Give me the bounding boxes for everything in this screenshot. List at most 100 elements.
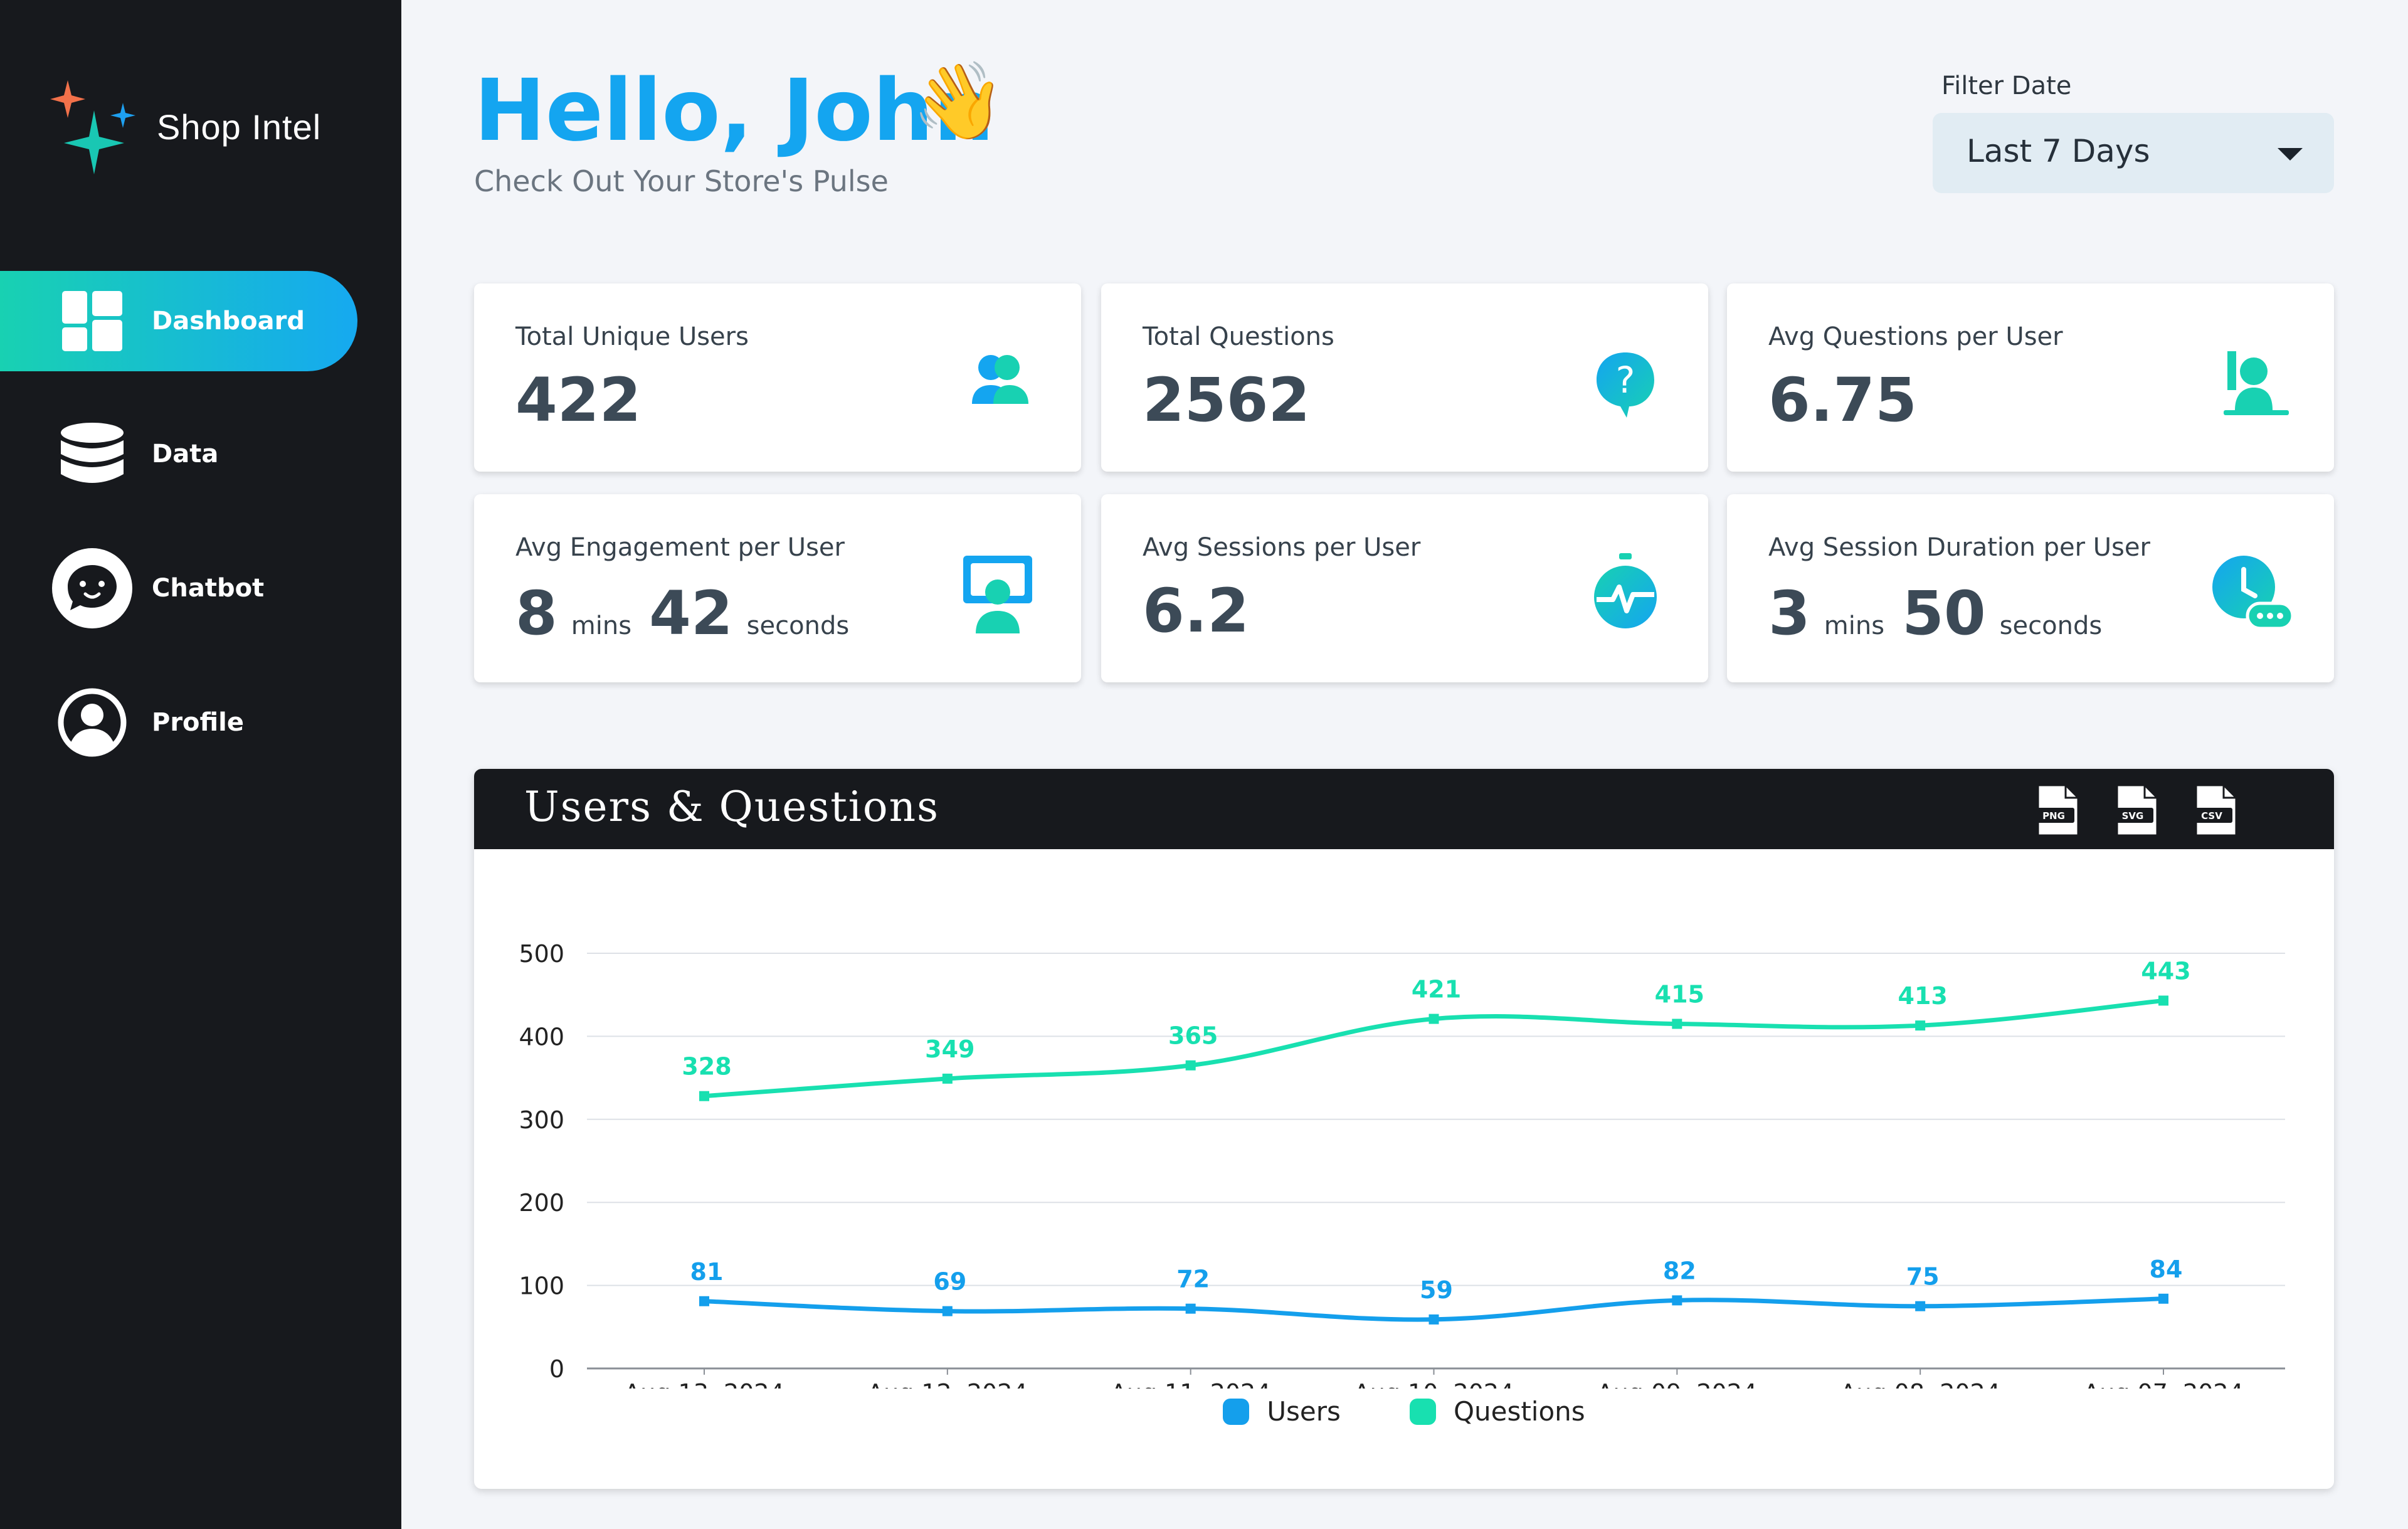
x-tick-label: Aug 11, 2024: [1111, 1379, 1271, 1389]
legend-label: Questions: [1453, 1396, 1585, 1427]
data-point: [1185, 1303, 1196, 1314]
legend-label: Users: [1267, 1396, 1341, 1427]
kpi-seconds-label: seconds: [1999, 611, 2103, 640]
export-csv-button[interactable]: CSV: [2189, 783, 2242, 839]
data-point: [1672, 1295, 1682, 1306]
data-label: 75: [1906, 1263, 1940, 1291]
data-label: 421: [1412, 976, 1461, 1003]
y-tick-label: 500: [519, 940, 564, 968]
sidebar-item-profile[interactable]: Profile: [0, 672, 357, 773]
data-label: 443: [2141, 957, 2190, 985]
data-point: [942, 1073, 953, 1084]
data-label: 82: [1663, 1257, 1696, 1284]
kpi-value: 2562: [1143, 365, 1311, 435]
kpi-card-avg-duration: Avg Session Duration per User 3 mins 50 …: [1727, 494, 2334, 682]
kpi-duration-value: 8 mins 42 seconds: [515, 578, 867, 648]
y-tick-label: 200: [519, 1189, 564, 1217]
chatbot-icon: [51, 548, 133, 629]
kpi-card-avg-questions: Avg Questions per User 6.75: [1727, 283, 2334, 472]
svg-text:?: ?: [1616, 359, 1635, 401]
kpi-minutes: 3: [1768, 578, 1810, 648]
kpi-duration-value: 3 mins 50 seconds: [1768, 578, 2120, 648]
sparkle-logo-icon: [50, 80, 135, 174]
users-icon: [954, 340, 1042, 428]
data-label: 69: [933, 1268, 966, 1296]
filter-date-label: Filter Date: [1941, 71, 2072, 100]
presenter-icon: [954, 551, 1042, 638]
x-tick-label: Aug 07, 2024: [2083, 1379, 2244, 1389]
data-label: 59: [1420, 1276, 1453, 1304]
users-questions-line-chart: 0 100 200 300 400 500 Aug 13, 2024 Aug 12, 2024…: [519, 940, 2285, 1389]
export-svg-button[interactable]: SVG: [2110, 783, 2163, 839]
chart-header: Users & Questions PNG SVG CSV: [474, 769, 2334, 849]
y-tick-label: 100: [519, 1272, 564, 1300]
kpi-seconds-label: seconds: [746, 611, 850, 640]
sidebar-item-label: Chatbot: [152, 574, 265, 603]
kpi-card-avg-sessions: Avg Sessions per User 6.2: [1101, 494, 1708, 682]
data-label: 328: [682, 1053, 731, 1081]
y-tick-label: 400: [519, 1023, 564, 1050]
data-label: 81: [690, 1258, 724, 1286]
page-subtitle: Check Out Your Store's Pulse: [474, 164, 889, 198]
data-label: 84: [2150, 1256, 2183, 1283]
kpi-minutes: 8: [515, 578, 557, 648]
kpi-minutes-label: mins: [571, 611, 632, 640]
users-questions-chart-panel: Users & Questions PNG SVG CSV 0 100 200 …: [474, 769, 2334, 1489]
database-icon: [51, 413, 133, 495]
question-icon: ?: [1582, 340, 1669, 428]
y-tick-label: 300: [519, 1106, 564, 1134]
dashboard-icon: [51, 280, 133, 362]
data-point: [699, 1091, 709, 1101]
data-point: [2158, 1293, 2168, 1304]
legend-swatch-users: [1223, 1398, 1250, 1425]
kpi-value: 422: [515, 365, 642, 435]
data-label: 72: [1176, 1266, 1210, 1293]
legend-item-users[interactable]: Users: [1223, 1396, 1341, 1427]
sidebar-item-chatbot[interactable]: Chatbot: [0, 538, 357, 638]
kpi-title: Total Questions: [1143, 322, 1334, 351]
x-tick-label: Aug 13, 2024: [624, 1379, 784, 1389]
kpi-title: Avg Engagement per User: [515, 533, 845, 562]
sidebar-item-label: Profile: [152, 708, 245, 737]
x-tick-label: Aug 10, 2024: [1354, 1379, 1514, 1389]
x-tick-label: Aug 12, 2024: [867, 1379, 1028, 1389]
kpi-value: 6.2: [1143, 576, 1250, 646]
brand-name: Shop Intel: [157, 107, 322, 147]
kpi-card-total-questions: Total Questions 2562 ?: [1101, 283, 1708, 472]
data-point: [1185, 1060, 1196, 1071]
export-svg-label: SVG: [2122, 810, 2144, 822]
kpi-title: Avg Session Duration per User: [1768, 533, 2150, 562]
kpi-value: 6.75: [1768, 365, 1917, 435]
data-point: [1428, 1013, 1439, 1024]
data-point: [1428, 1314, 1439, 1325]
kpi-title: Avg Sessions per User: [1143, 533, 1421, 562]
data-point: [699, 1296, 709, 1306]
export-png-button[interactable]: PNG: [2030, 783, 2084, 839]
kpi-card-total-users: Total Unique Users 422: [474, 283, 1081, 472]
filter-date-value: Last 7 Days: [1967, 133, 2150, 169]
data-label: 349: [925, 1035, 974, 1063]
filter-date-select[interactable]: Last 7 Days: [1933, 113, 2334, 193]
sidebar-item-label: Dashboard: [152, 307, 305, 336]
sidebar-item-dashboard[interactable]: Dashboard: [0, 271, 357, 371]
data-point: [1915, 1020, 1926, 1031]
kpi-title: Total Unique Users: [515, 322, 749, 351]
data-point: [942, 1306, 953, 1316]
chart-title: Users & Questions: [524, 783, 939, 831]
data-label: 365: [1168, 1022, 1218, 1050]
chart-legend: Users Questions: [474, 1396, 2334, 1427]
waving-hand-icon: 👋: [912, 58, 1006, 145]
brand-logo[interactable]: Shop Intel: [49, 74, 362, 181]
chevron-down-icon: [2278, 148, 2303, 161]
x-tick-label: Aug 08, 2024: [1840, 1379, 2000, 1389]
user-desk-icon: [2207, 340, 2295, 428]
legend-item-questions[interactable]: Questions: [1409, 1396, 1585, 1427]
sidebar: Shop Intel Dashboard Data Chatbot Profil…: [0, 0, 401, 1529]
data-point: [2158, 995, 2168, 1006]
data-point: [1672, 1018, 1682, 1029]
kpi-seconds: 50: [1902, 578, 1986, 648]
sidebar-item-label: Data: [152, 440, 219, 468]
profile-icon: [51, 682, 133, 763]
x-tick-label: Aug 09, 2024: [1597, 1379, 1758, 1389]
sidebar-item-data[interactable]: Data: [0, 404, 357, 504]
